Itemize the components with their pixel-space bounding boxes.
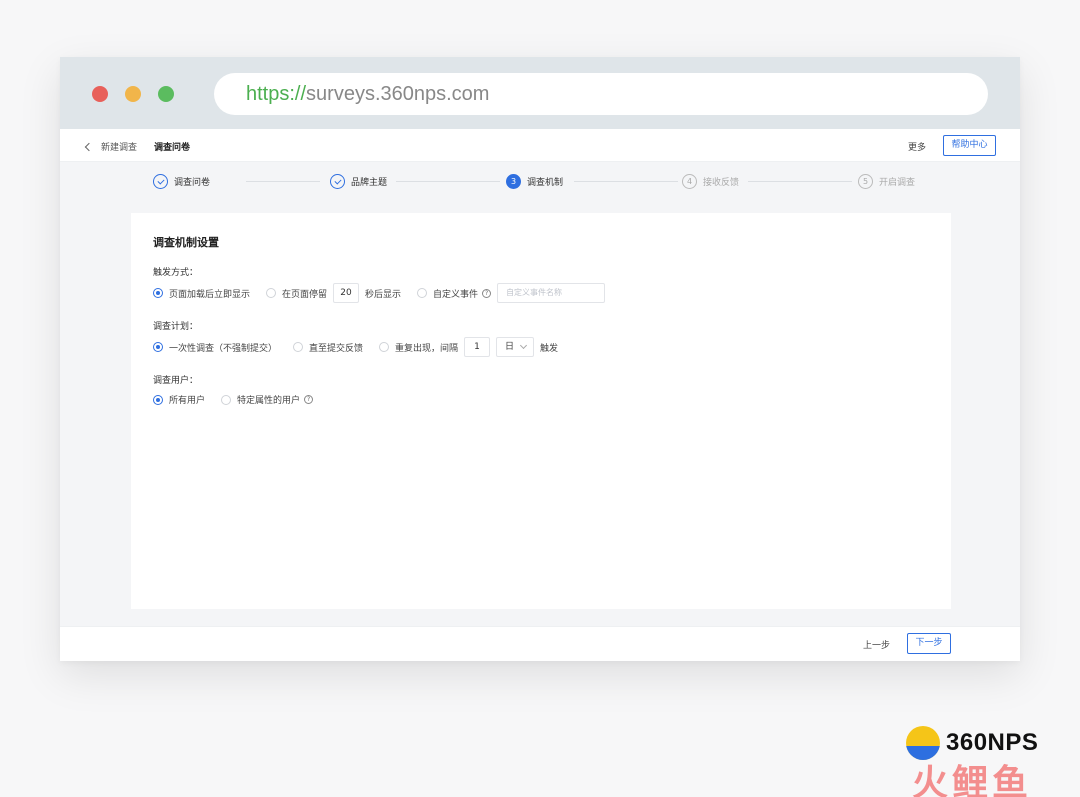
- step-launch[interactable]: 5 开启调查: [858, 174, 915, 189]
- option-label: 重复出现，间隔: [395, 343, 459, 354]
- address-bar[interactable]: https://surveys.360nps.com: [214, 73, 988, 115]
- users-all-option[interactable]: 所有用户: [153, 393, 205, 406]
- step-number: 5: [858, 174, 873, 189]
- step-connector: [574, 181, 678, 182]
- card-title: 调查机制设置: [153, 236, 219, 249]
- step-label: 接收反馈: [703, 178, 740, 188]
- brand-name: 360NPS: [946, 729, 1039, 756]
- footer-bar: 上一步 下一步: [60, 626, 1020, 661]
- plan-options: 一次性调查（不强制提交） 直至提交反馈 重复出现，间隔 1 日 触发: [153, 337, 574, 357]
- radio[interactable]: [221, 394, 232, 405]
- browser-window: https://surveys.360nps.com 新建调查 调查问卷 更多 …: [60, 57, 1020, 661]
- event-name-input[interactable]: 自定义事件名称: [497, 283, 606, 303]
- step-connector: [748, 181, 852, 182]
- next-step-button[interactable]: 下一步: [907, 633, 951, 654]
- url-host: surveys.360nps.com: [306, 83, 490, 105]
- option-label: 在页面停留: [282, 289, 328, 300]
- stepper: 调查问卷 品牌主题 3 调查机制 4 接收反馈 5 开启调查: [60, 162, 1020, 212]
- radio[interactable]: [417, 288, 428, 298]
- chevron-left-icon: [84, 142, 94, 151]
- option-label: 页面加载后立即显示: [169, 289, 251, 300]
- prev-step-button[interactable]: 上一步: [863, 638, 890, 651]
- close-window-button[interactable]: [92, 86, 108, 102]
- radio-selected[interactable]: [153, 288, 163, 298]
- select-value: 日: [505, 342, 515, 352]
- browser-chrome: https://surveys.360nps.com: [60, 57, 1020, 129]
- step-survey[interactable]: 调查问卷: [153, 174, 210, 189]
- radio-selected[interactable]: [153, 394, 163, 405]
- plan-until-submit-option[interactable]: 直至提交反馈: [293, 341, 363, 354]
- users-label: 调查用户：: [153, 376, 199, 386]
- users-specific-option[interactable]: 特定属性的用户 ?: [221, 393, 314, 406]
- more-menu[interactable]: 更多: [908, 140, 926, 153]
- option-label: 所有用户: [169, 396, 206, 406]
- option-label: 自定义事件: [433, 289, 479, 300]
- trigger-after-stay-option[interactable]: 在页面停留 20 秒后显示: [266, 283, 401, 303]
- minimize-window-button[interactable]: [125, 86, 141, 102]
- interval-input[interactable]: 1: [464, 337, 491, 357]
- watermark-text: 火鲤鱼: [912, 763, 1033, 797]
- top-nav: 新建调查 调查问卷 更多 帮助中心: [60, 129, 1020, 162]
- step-connector: [246, 181, 320, 182]
- app-content: 新建调查 调查问卷 更多 帮助中心 调查问卷 品牌主题 3 调查机制 4 接收反…: [60, 129, 1020, 661]
- trigger-label: 触发方式：: [153, 268, 199, 278]
- help-icon[interactable]: ?: [482, 288, 492, 298]
- step-label: 品牌主题: [351, 178, 388, 188]
- trigger-on-load-option[interactable]: 页面加载后立即显示: [153, 287, 250, 300]
- radio[interactable]: [379, 342, 390, 352]
- maximize-window-button[interactable]: [158, 86, 174, 102]
- trigger-options: 页面加载后立即显示 在页面停留 20 秒后显示 自定义事件 ? 自定义事件名称: [153, 283, 606, 303]
- option-label: 特定属性的用户: [237, 396, 301, 406]
- plan-repeat-option[interactable]: 重复出现，间隔 1 日 触发: [379, 337, 558, 357]
- option-label: 触发: [540, 343, 559, 354]
- option-label: 直至提交反馈: [309, 343, 364, 354]
- step-number: 4: [682, 174, 697, 189]
- radio[interactable]: [293, 342, 304, 352]
- chevron-down-icon: [520, 341, 528, 350]
- plan-once-option[interactable]: 一次性调查（不强制提交）: [153, 341, 277, 354]
- radio[interactable]: [266, 288, 277, 298]
- url-protocol: https://: [246, 83, 307, 105]
- settings-card: 调查机制设置 触发方式： 页面加载后立即显示 在页面停留 20 秒后显示 自定义…: [131, 213, 951, 609]
- breadcrumb-current: 调查问卷: [154, 143, 191, 153]
- step-number: 3: [506, 174, 521, 189]
- step-brand-theme[interactable]: 品牌主题: [330, 174, 387, 189]
- check-icon: [330, 174, 345, 189]
- check-icon: [153, 174, 168, 189]
- radio-selected[interactable]: [153, 342, 163, 352]
- step-label: 调查机制: [527, 178, 564, 188]
- step-label: 开启调查: [879, 178, 916, 188]
- trigger-custom-event-option[interactable]: 自定义事件 ? 自定义事件名称: [417, 283, 606, 303]
- step-connector: [396, 181, 500, 182]
- option-label: 秒后显示: [365, 289, 402, 300]
- stay-seconds-input[interactable]: 20: [333, 283, 360, 303]
- users-options: 所有用户 特定属性的用户 ?: [153, 393, 329, 406]
- step-feedback[interactable]: 4 接收反馈: [682, 174, 739, 189]
- step-mechanism[interactable]: 3 调查机制: [506, 174, 563, 189]
- help-icon[interactable]: ?: [304, 395, 314, 404]
- help-center-button[interactable]: 帮助中心: [943, 135, 996, 156]
- back-link[interactable]: 新建调查: [84, 140, 138, 153]
- plan-label: 调查计划：: [153, 322, 199, 332]
- interval-unit-select[interactable]: 日: [496, 337, 535, 357]
- step-label: 调查问卷: [174, 178, 211, 188]
- option-label: 一次性调查（不强制提交）: [169, 343, 278, 354]
- back-label: 新建调查: [101, 143, 138, 153]
